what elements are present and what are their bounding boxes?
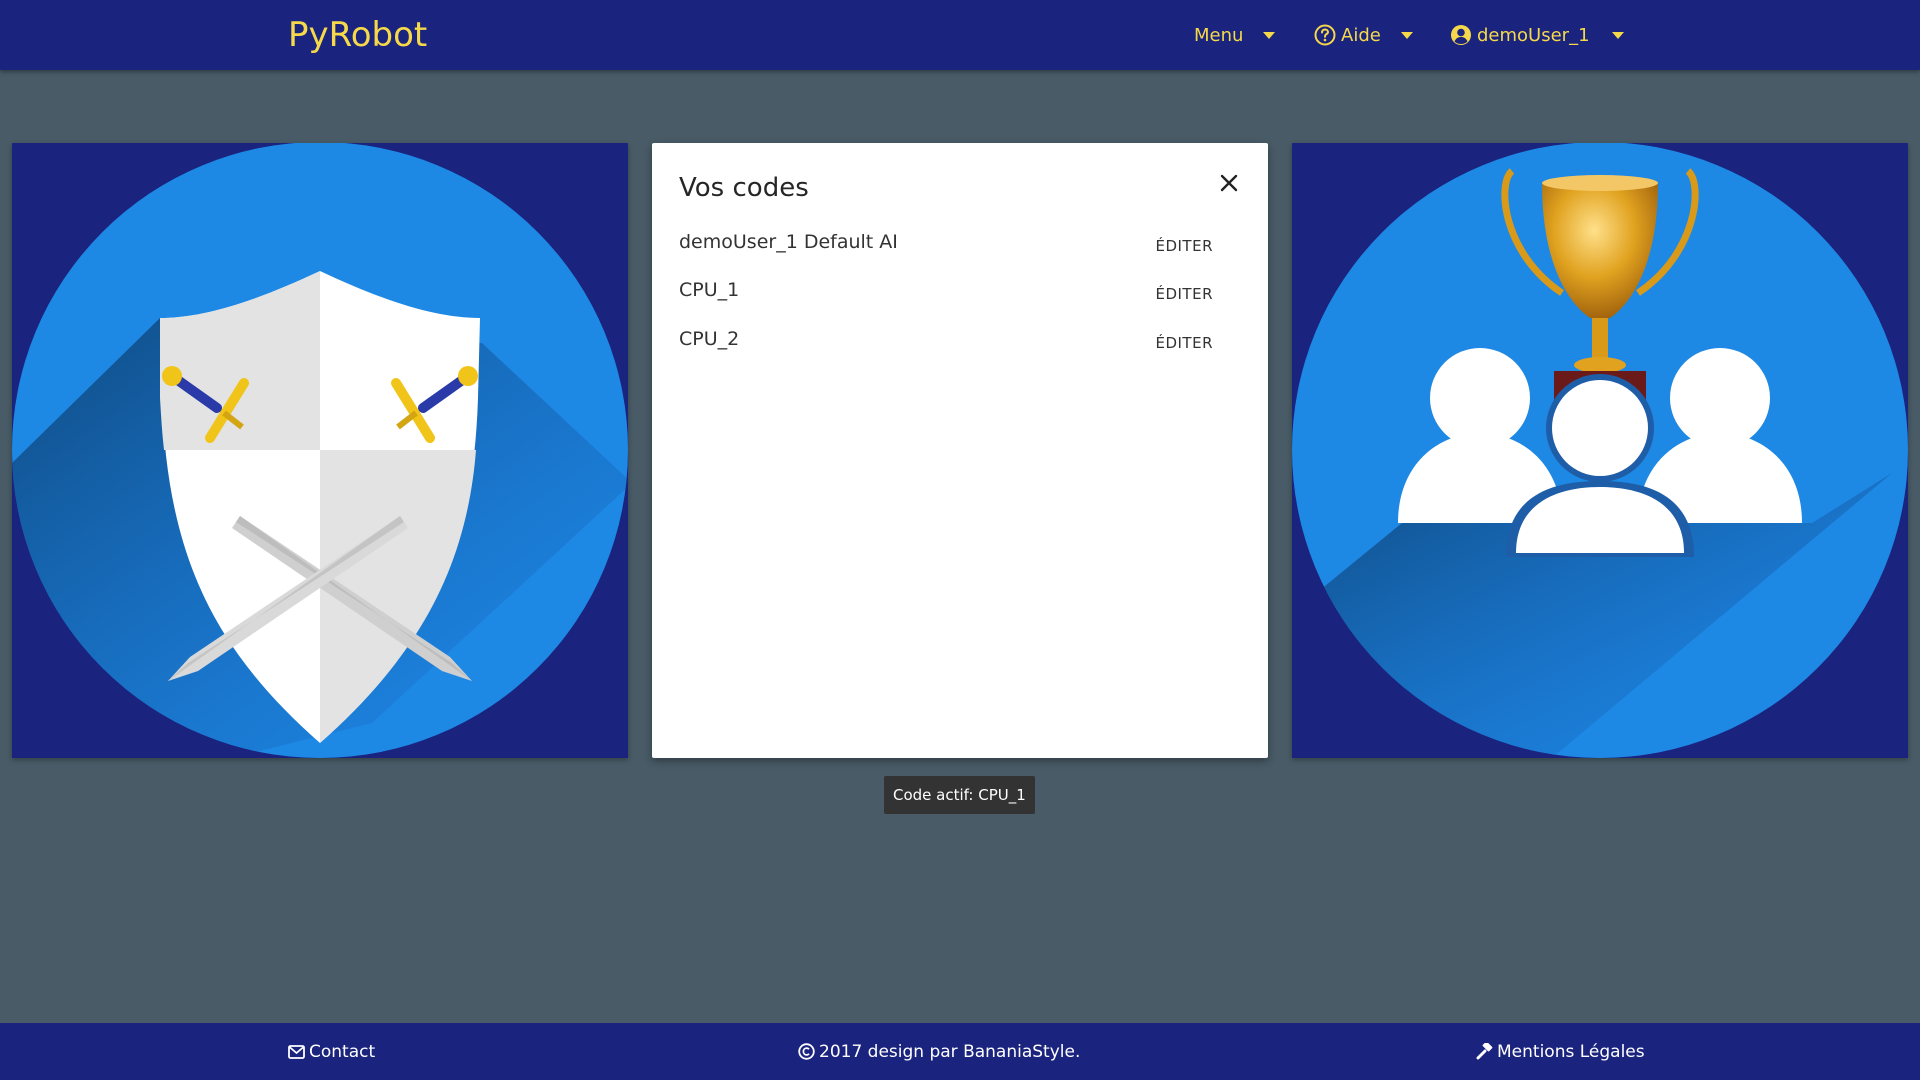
top-navbar: PyRobot Menu Aide demoUser_1 <box>0 0 1920 70</box>
caret-down-icon <box>1611 31 1624 39</box>
help-label: Aide <box>1341 24 1381 46</box>
contact-link[interactable]: Contact <box>288 1023 375 1080</box>
code-row: CPU_2 ÉDITER <box>679 328 1241 368</box>
menu-label: Menu <box>1194 24 1244 46</box>
ranking-tile[interactable] <box>1292 143 1908 758</box>
contact-label: Contact <box>309 1041 376 1062</box>
envelope-icon <box>288 1044 305 1059</box>
edit-code-button[interactable]: ÉDITER <box>1155 285 1213 303</box>
code-row: demoUser_1 Default AI ÉDITER <box>679 231 1241 271</box>
close-icon[interactable] <box>1215 169 1243 197</box>
caret-down-icon <box>1263 31 1276 39</box>
active-code-tooltip: Code actif: CPU_1 <box>884 776 1035 814</box>
help-dropdown[interactable]: Aide <box>1314 0 1413 70</box>
question-circle-icon <box>1314 24 1336 46</box>
user-dropdown[interactable]: demoUser_1 <box>1450 0 1624 70</box>
code-name: CPU_2 <box>679 328 740 350</box>
menu-dropdown[interactable]: Menu <box>1194 0 1276 70</box>
modal-title: Vos codes <box>679 173 809 203</box>
battle-tile[interactable] <box>12 143 628 758</box>
code-row: CPU_1 ÉDITER <box>679 279 1241 319</box>
caret-down-icon <box>1400 31 1413 39</box>
trophy-users-icon <box>1292 143 1908 758</box>
user-circle-icon <box>1450 24 1472 46</box>
legal-label: Mentions Légales <box>1497 1041 1645 1062</box>
copyright-icon <box>798 1043 815 1060</box>
code-name: demoUser_1 Default AI <box>679 231 898 253</box>
legal-link[interactable]: Mentions Légales <box>1476 1023 1645 1080</box>
copyright-text: 2017 design par BananiaStyle. <box>798 1023 1080 1080</box>
user-label: demoUser_1 <box>1477 24 1590 46</box>
brand-logo-link[interactable]: PyRobot <box>288 0 427 70</box>
shield-swords-icon <box>12 143 628 758</box>
edit-code-button[interactable]: ÉDITER <box>1155 237 1213 255</box>
edit-code-button[interactable]: ÉDITER <box>1155 334 1213 352</box>
copyright-label: 2017 design par BananiaStyle. <box>819 1041 1081 1062</box>
code-name: CPU_1 <box>679 279 740 301</box>
gavel-icon <box>1476 1043 1493 1060</box>
footer: Contact 2017 design par BananiaStyle. Me… <box>0 1023 1920 1080</box>
codes-modal: Vos codes demoUser_1 Default AI ÉDITER C… <box>652 143 1268 758</box>
